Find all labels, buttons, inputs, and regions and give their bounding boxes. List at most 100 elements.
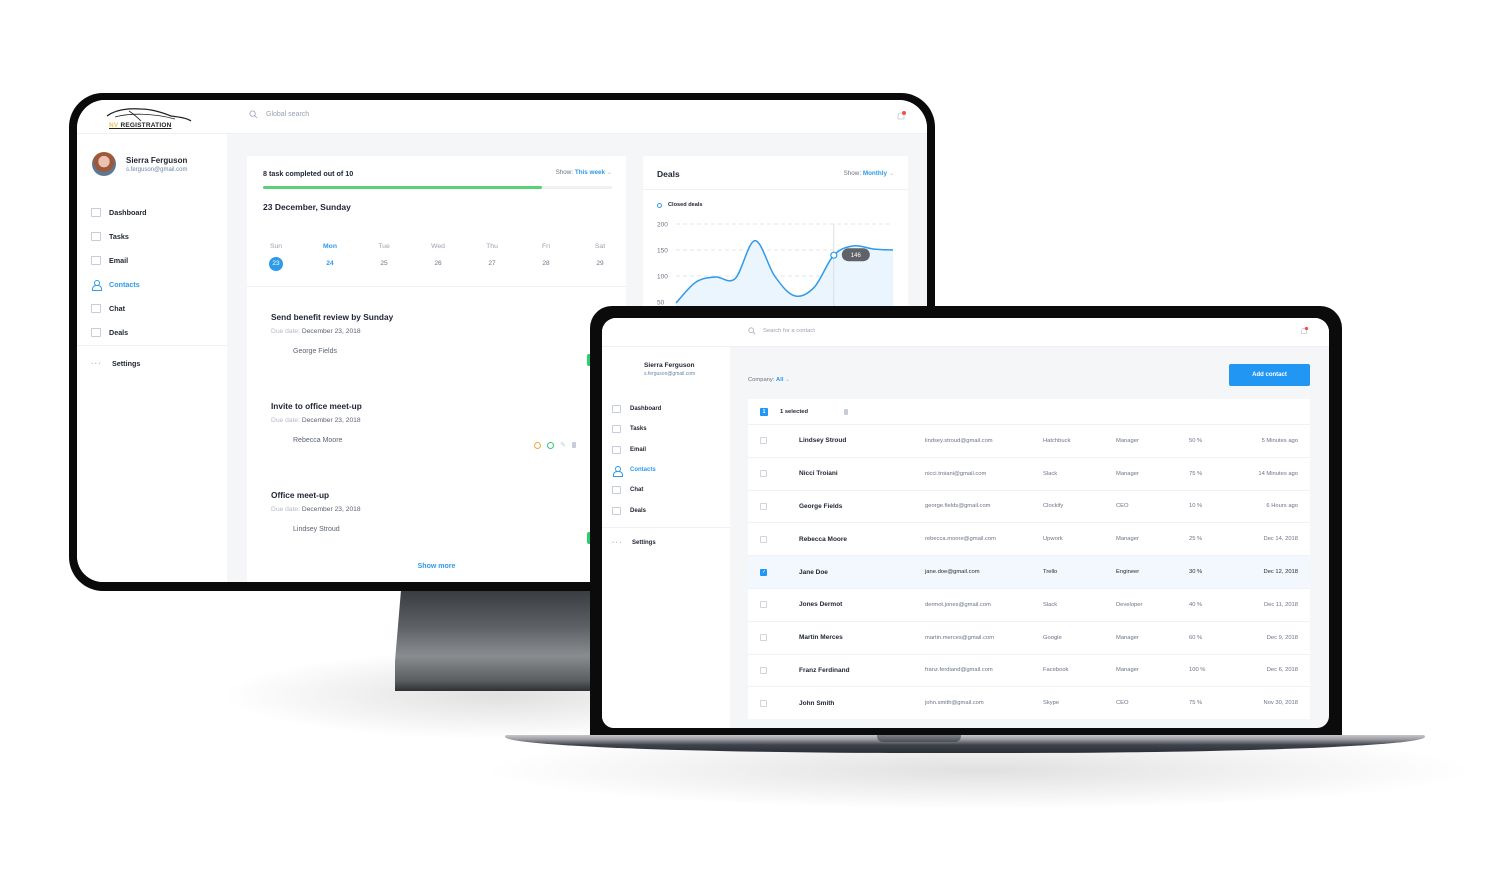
row-checkbox[interactable]: [760, 470, 767, 478]
row-checkbox[interactable]: [760, 568, 767, 576]
chart-legend: Closed deals: [657, 202, 703, 208]
sidebar-item-tasks[interactable]: Tasks: [91, 224, 147, 248]
table-row[interactable]: Rebecca Moore rebecca.moore@gmail.com Upwo…: [748, 522, 1310, 556]
y-tick-label: 200: [657, 222, 668, 229]
notification-bell-icon[interactable]: [895, 110, 907, 122]
contact-progress: 30 %: [1189, 569, 1203, 576]
day-date: 27: [488, 260, 496, 267]
tasks-period-dropdown[interactable]: Show: This week ⌄: [556, 169, 612, 176]
task-item[interactable]: Office meet-up Due date: December 23, 20…: [271, 490, 626, 544]
sidebar-item-dashboard[interactable]: Dashboard: [612, 399, 661, 419]
day-name: Wed: [431, 243, 445, 250]
calendar-day[interactable]: Mon 24: [317, 243, 343, 271]
edit-pencil-icon[interactable]: ✎: [560, 441, 566, 449]
sidebar-divider: [602, 527, 730, 528]
sidebar-item-chat[interactable]: Chat: [91, 296, 147, 320]
contact-progress: 25 %: [1189, 536, 1203, 543]
sidebar-item-tasks[interactable]: Tasks: [612, 419, 661, 439]
row-checkbox[interactable]: [760, 601, 767, 609]
add-contact-button[interactable]: Add contact: [1229, 364, 1310, 386]
contact-search[interactable]: Search for a contact: [748, 327, 815, 335]
task-item[interactable]: Send benefit review by Sunday Due date: …: [271, 312, 626, 366]
trash-icon[interactable]: [844, 408, 849, 415]
deals-period-dropdown[interactable]: Show: Monthly ⌄: [844, 170, 894, 177]
trash-icon[interactable]: [572, 442, 576, 448]
contact-name: Franz Ferdinand: [799, 666, 850, 674]
user-profile[interactable]: Sierra Ferguson s.ferguson@gmail.com: [644, 362, 695, 377]
sidebar-item-label: Dashboard: [630, 406, 662, 413]
search-placeholder: Global search: [266, 111, 310, 118]
table-row[interactable]: John Smith john.smith@gmail.com Skype CEO 75…: [748, 686, 1310, 720]
status-ring-orange-icon[interactable]: [534, 441, 542, 449]
sidebar-item-label: Email: [630, 446, 647, 453]
show-label: Show:: [555, 169, 574, 176]
table-row[interactable]: Jane Doe jane.doe@gmail.com Trello Engineer…: [748, 555, 1310, 588]
week-calendar: Sun 23 Mon 24 Tue 25 Wed 26 Thu 27 Fri 28 Sat 2…: [263, 243, 613, 271]
sidebar-item-label: Contacts: [630, 467, 656, 474]
row-checkbox[interactable]: [760, 666, 767, 674]
table-row[interactable]: Nicci Troiani nicci.troiani@gmail.com Slac…: [748, 456, 1310, 490]
user-icon: [612, 466, 623, 478]
selection-bar: 1 1 selected: [748, 399, 1310, 424]
day-date: 29: [596, 260, 604, 267]
table-row[interactable]: Franz Ferdinand franz.ferdiand@gmail.com F…: [748, 653, 1310, 687]
task-due: Due date: December 23, 2018: [271, 506, 626, 513]
sidebar-item-settings[interactable]: ··· Settings: [91, 359, 140, 368]
table-row[interactable]: Jones Dermot dermot.jones@gmail.com Slack D…: [748, 587, 1310, 621]
tasks-card: 8 task completed out of 10 Show: This we…: [247, 156, 626, 582]
sidebar-item-email[interactable]: Email: [612, 440, 661, 460]
row-checkbox[interactable]: [760, 502, 767, 510]
chat-icon: [612, 486, 621, 495]
sidebar-item-dashboard[interactable]: Dashboard: [91, 200, 147, 224]
sidebar-item-contacts[interactable]: Contacts: [91, 272, 147, 296]
row-checkbox[interactable]: [760, 634, 767, 642]
contact-company: Facebook: [1043, 667, 1069, 674]
task-item[interactable]: Invite to office meet-up Due date: Decem…: [271, 401, 626, 453]
status-ring-green-icon[interactable]: [547, 441, 555, 449]
table-row[interactable]: George Fields george.fields@gmail.com Cloc…: [748, 489, 1310, 523]
sidebar-item-email[interactable]: Email: [91, 248, 147, 272]
user-name: Sierra Ferguson: [126, 155, 188, 165]
selected-count-badge[interactable]: 1: [760, 407, 768, 416]
sidebar-item-contacts[interactable]: Contacts: [612, 460, 661, 480]
sidebar-item-chat[interactable]: Chat: [612, 480, 661, 500]
calendar-day[interactable]: Sat 29: [587, 243, 613, 271]
calendar-day[interactable]: Wed 26: [425, 243, 451, 271]
selected-date-heading: 23 December, Sunday: [263, 202, 351, 212]
sidebar-item-settings[interactable]: ··· Settings: [612, 538, 656, 547]
notification-bell-icon[interactable]: [1299, 326, 1309, 336]
task-assignee: George Fields: [293, 348, 337, 355]
tasks-summary: 8 task completed out of 10: [263, 169, 354, 178]
table-row[interactable]: Lindsey Stroud lindsey.stroud@gmail.com Ha…: [748, 424, 1310, 457]
highlight-point[interactable]: [830, 251, 838, 259]
search-icon: [748, 327, 756, 335]
row-checkbox[interactable]: [760, 699, 767, 707]
calendar-day[interactable]: Sun 23: [263, 243, 289, 271]
due-date: December 23, 2018: [301, 506, 361, 513]
calendar-day[interactable]: Fri 28: [533, 243, 559, 271]
row-checkbox[interactable]: [760, 535, 767, 543]
laptop-notch: [877, 735, 961, 742]
calendar-day[interactable]: Tue 25: [371, 243, 397, 271]
row-checkbox[interactable]: [760, 437, 767, 445]
task-due: Due date: December 23, 2018: [271, 328, 626, 335]
sidebar-item-label: Settings: [632, 539, 656, 546]
table-row[interactable]: Martin Merces martin.merces@gmail.com Goog…: [748, 620, 1310, 654]
show-more-link[interactable]: Show more: [247, 563, 626, 570]
laptop-topbar: Search for a contact: [602, 318, 1329, 347]
contact-company: Clockify: [1043, 503, 1064, 510]
contact-last-activity: 5 Minutes ago: [1261, 437, 1298, 444]
company-filter[interactable]: Company: All ⌄: [748, 377, 790, 383]
sidebar-item-label: Chat: [630, 487, 644, 494]
global-search[interactable]: Global search: [249, 110, 309, 119]
sidebar-item-deals[interactable]: Deals: [612, 500, 661, 520]
contact-name: John Smith: [799, 699, 835, 707]
contact-role: CEO: [1116, 700, 1129, 707]
contact-company: Hatchbuck: [1043, 437, 1071, 444]
user-profile[interactable]: Sierra Ferguson s.ferguson@gmail.com: [92, 152, 187, 176]
contact-last-activity: Nov 30, 2018: [1263, 700, 1298, 707]
contact-email: rebecca.moore@gmail.com: [925, 536, 996, 543]
calendar-day[interactable]: Thu 27: [479, 243, 505, 271]
sidebar-item-deals[interactable]: Deals: [91, 320, 147, 344]
contact-name: George Fields: [799, 502, 843, 510]
